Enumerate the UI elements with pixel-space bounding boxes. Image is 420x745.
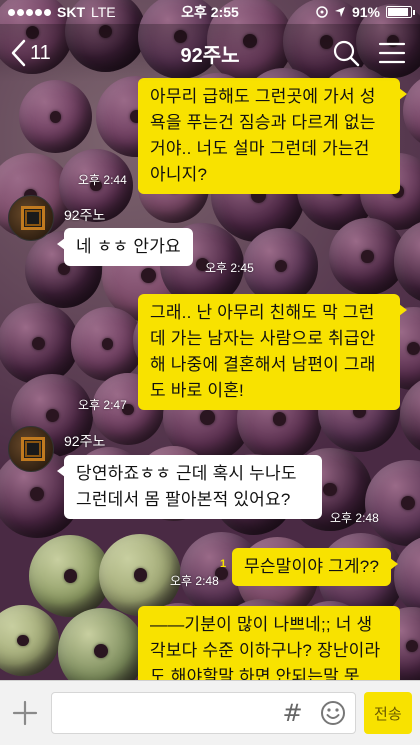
emoticon-icon[interactable] — [319, 699, 347, 727]
hashtag-icon[interactable]: # — [283, 699, 303, 727]
sender-name: 92주노 — [64, 207, 106, 223]
message-time: 오후 2:48 — [170, 574, 219, 588]
chat-header: 11 92주노 — [0, 24, 420, 82]
blueberry-decoration — [0, 605, 59, 677]
message-bubble-received[interactable]: 당연하죠ㅎㅎ 근데 혹시 누나도 그런데서 몸 팔아본적 있어요? — [57, 455, 322, 519]
unread-count: 1 — [220, 558, 227, 570]
network-label: LTE — [91, 4, 116, 20]
message-field[interactable]: # — [50, 692, 356, 734]
plus-icon — [13, 700, 38, 726]
status-bar: SKT LTE 오후 2:55 91% — [0, 0, 420, 24]
avatar[interactable] — [8, 426, 54, 472]
blueberry-decoration — [18, 80, 92, 154]
message-text: ——기분이 많이 나쁘네;; 너 생각보다 수준 이하구나? 장난이라도 해야할… — [150, 615, 381, 680]
message-time: 오후 2:44 — [78, 173, 127, 187]
battery-icon — [386, 6, 415, 18]
message-bubble-sent[interactable]: 그래.. 난 아무리 친해도 막 그런데 가는 남자는 사람으로 취급안해 나중… — [138, 294, 407, 410]
message-text: 네 ㅎㅎ 안가요 — [76, 237, 181, 256]
message-input-bar: # 전송 — [0, 680, 420, 745]
attach-button[interactable] — [8, 693, 43, 733]
blueberry-decoration — [393, 535, 420, 618]
navigation-arrow-icon — [334, 7, 345, 17]
message-bubble-received[interactable]: 네 ㅎㅎ 안가요 — [57, 228, 193, 266]
blueberry-decoration — [0, 302, 79, 385]
message-bubble-sent[interactable]: ——기분이 많이 나쁘네;; 너 생각보다 수준 이하구나? 장난이라도 해야할… — [138, 606, 400, 680]
message-bubble-sent[interactable]: 아무리 급해도 그런곳에 가서 성욕을 푸는건 짐승과 다르게 없는거야.. 너… — [138, 78, 407, 194]
blueberry-decoration — [364, 459, 420, 547]
avatar[interactable] — [8, 195, 54, 241]
message-input[interactable] — [59, 704, 267, 722]
carrier-label: SKT — [57, 4, 85, 20]
message-time: 오후 2:45 — [205, 261, 254, 275]
message-text: 아무리 급해도 그런곳에 가서 성욕을 푸는건 짐승과 다르게 없는거야.. 너… — [150, 87, 376, 184]
blueberry-decoration — [58, 608, 145, 680]
sender-name: 92주노 — [64, 433, 106, 449]
send-button[interactable]: 전송 — [363, 692, 412, 734]
battery-percent: 91% — [351, 4, 380, 20]
signal-strength-icon — [8, 8, 51, 16]
message-time: 오후 2:47 — [78, 398, 127, 412]
back-unread-count: 11 — [30, 41, 51, 64]
search-icon[interactable] — [332, 39, 360, 67]
message-text: 무슨말이야 그게?? — [244, 557, 380, 576]
blueberry-decoration — [242, 228, 319, 304]
menu-icon[interactable] — [378, 41, 406, 65]
clock: 오후 2:55 — [181, 4, 239, 20]
location-icon — [316, 6, 328, 18]
blueberry-decoration — [402, 73, 420, 149]
back-button[interactable]: 11 — [0, 39, 51, 67]
message-bubble-sent[interactable]: 무슨말이야 그게?? — [232, 548, 399, 586]
message-text: 당연하죠ㅎㅎ 근데 혹시 누나도 그런데서 몸 팔아본적 있어요? — [76, 464, 297, 509]
chevron-left-icon — [11, 39, 26, 67]
message-text: 그래.. 난 아무리 친해도 막 그런데 가는 남자는 사람으로 취급안해 나중… — [150, 303, 376, 400]
message-time: 오후 2:48 — [330, 511, 379, 525]
